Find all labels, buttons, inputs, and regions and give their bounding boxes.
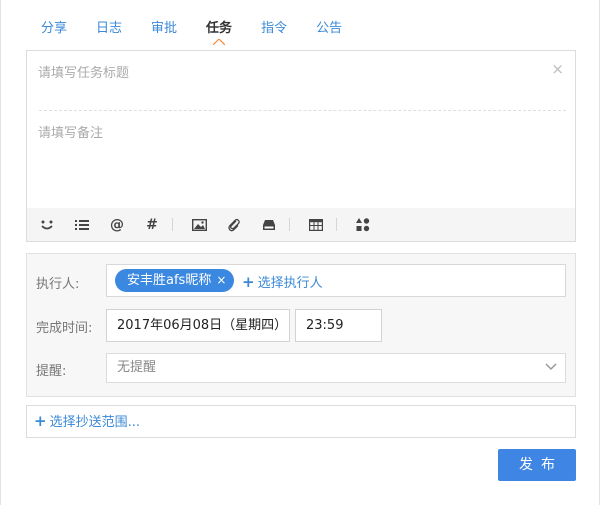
deadline-time-field[interactable]: 23:59 bbox=[295, 309, 382, 342]
tab-log[interactable]: 日志 bbox=[96, 20, 122, 42]
toolbar-separator bbox=[336, 218, 337, 231]
tab-bar: 分享 日志 审批 任务 指令 公告 bbox=[41, 20, 371, 45]
tab-command[interactable]: 指令 bbox=[261, 20, 287, 42]
add-executor-label: 选择执行人 bbox=[257, 276, 323, 291]
task-details-form: 执行人: 安丰胜afs昵称 × + 选择执行人 完成时间: 2017年06月08日（… bbox=[26, 253, 576, 397]
executor-label: 执行人: bbox=[36, 277, 80, 292]
tab-announcement[interactable]: 公告 bbox=[316, 20, 342, 42]
mention-icon[interactable]: @ bbox=[108, 216, 126, 234]
publish-panel: 分享 日志 审批 任务 指令 公告 请填写任务标题 × 请填写备注 @ # 执行… bbox=[0, 0, 600, 505]
remind-value: 无提醒 bbox=[117, 360, 157, 375]
drive-icon[interactable] bbox=[260, 216, 278, 234]
task-compose-box: 请填写任务标题 × 请填写备注 @ # bbox=[26, 50, 576, 242]
chip-remove-icon[interactable]: × bbox=[216, 273, 226, 287]
active-tab-caret-icon bbox=[213, 39, 226, 45]
table-icon[interactable] bbox=[307, 216, 325, 234]
toolbar-separator bbox=[172, 218, 173, 231]
attachment-icon[interactable] bbox=[225, 216, 243, 234]
executor-field[interactable]: 安丰胜afs昵称 × + 选择执行人 bbox=[106, 264, 566, 297]
tab-share[interactable]: 分享 bbox=[41, 20, 67, 42]
tab-task-label: 任务 bbox=[206, 21, 233, 36]
task-title-input[interactable]: 请填写任务标题 bbox=[38, 62, 538, 81]
deadline-label: 完成时间: bbox=[36, 321, 93, 336]
tab-task[interactable]: 任务 bbox=[206, 20, 233, 45]
plus-icon: + bbox=[34, 412, 47, 430]
executor-chip-label: 安丰胜afs昵称 bbox=[127, 273, 212, 288]
deadline-date-field[interactable]: 2017年06月08日（星期四） bbox=[106, 309, 290, 342]
chevron-down-icon bbox=[545, 363, 557, 371]
emoji-icon[interactable] bbox=[38, 216, 56, 234]
close-icon[interactable]: × bbox=[551, 60, 564, 78]
toolbar-separator bbox=[289, 218, 290, 231]
divider bbox=[39, 110, 566, 111]
executor-chip: 安丰胜afs昵称 × bbox=[115, 269, 235, 292]
remind-label: 提醒: bbox=[36, 364, 67, 379]
plus-icon: + bbox=[242, 273, 255, 291]
image-icon[interactable] bbox=[190, 216, 208, 234]
remind-select[interactable]: 无提醒 bbox=[106, 353, 566, 383]
topic-icon[interactable]: # bbox=[143, 216, 161, 234]
apps-icon[interactable] bbox=[354, 216, 372, 234]
compose-toolbar: @ # bbox=[27, 208, 575, 241]
add-executor-button[interactable]: + 选择执行人 bbox=[242, 272, 323, 291]
cc-scope-label: 选择抄送范围... bbox=[49, 415, 140, 430]
task-note-input[interactable]: 请填写备注 bbox=[38, 122, 538, 141]
tab-approval[interactable]: 审批 bbox=[151, 20, 177, 42]
cc-scope-selector[interactable]: + 选择抄送范围... bbox=[26, 405, 576, 438]
list-icon[interactable] bbox=[73, 216, 91, 234]
publish-button[interactable]: 发布 bbox=[498, 449, 576, 481]
